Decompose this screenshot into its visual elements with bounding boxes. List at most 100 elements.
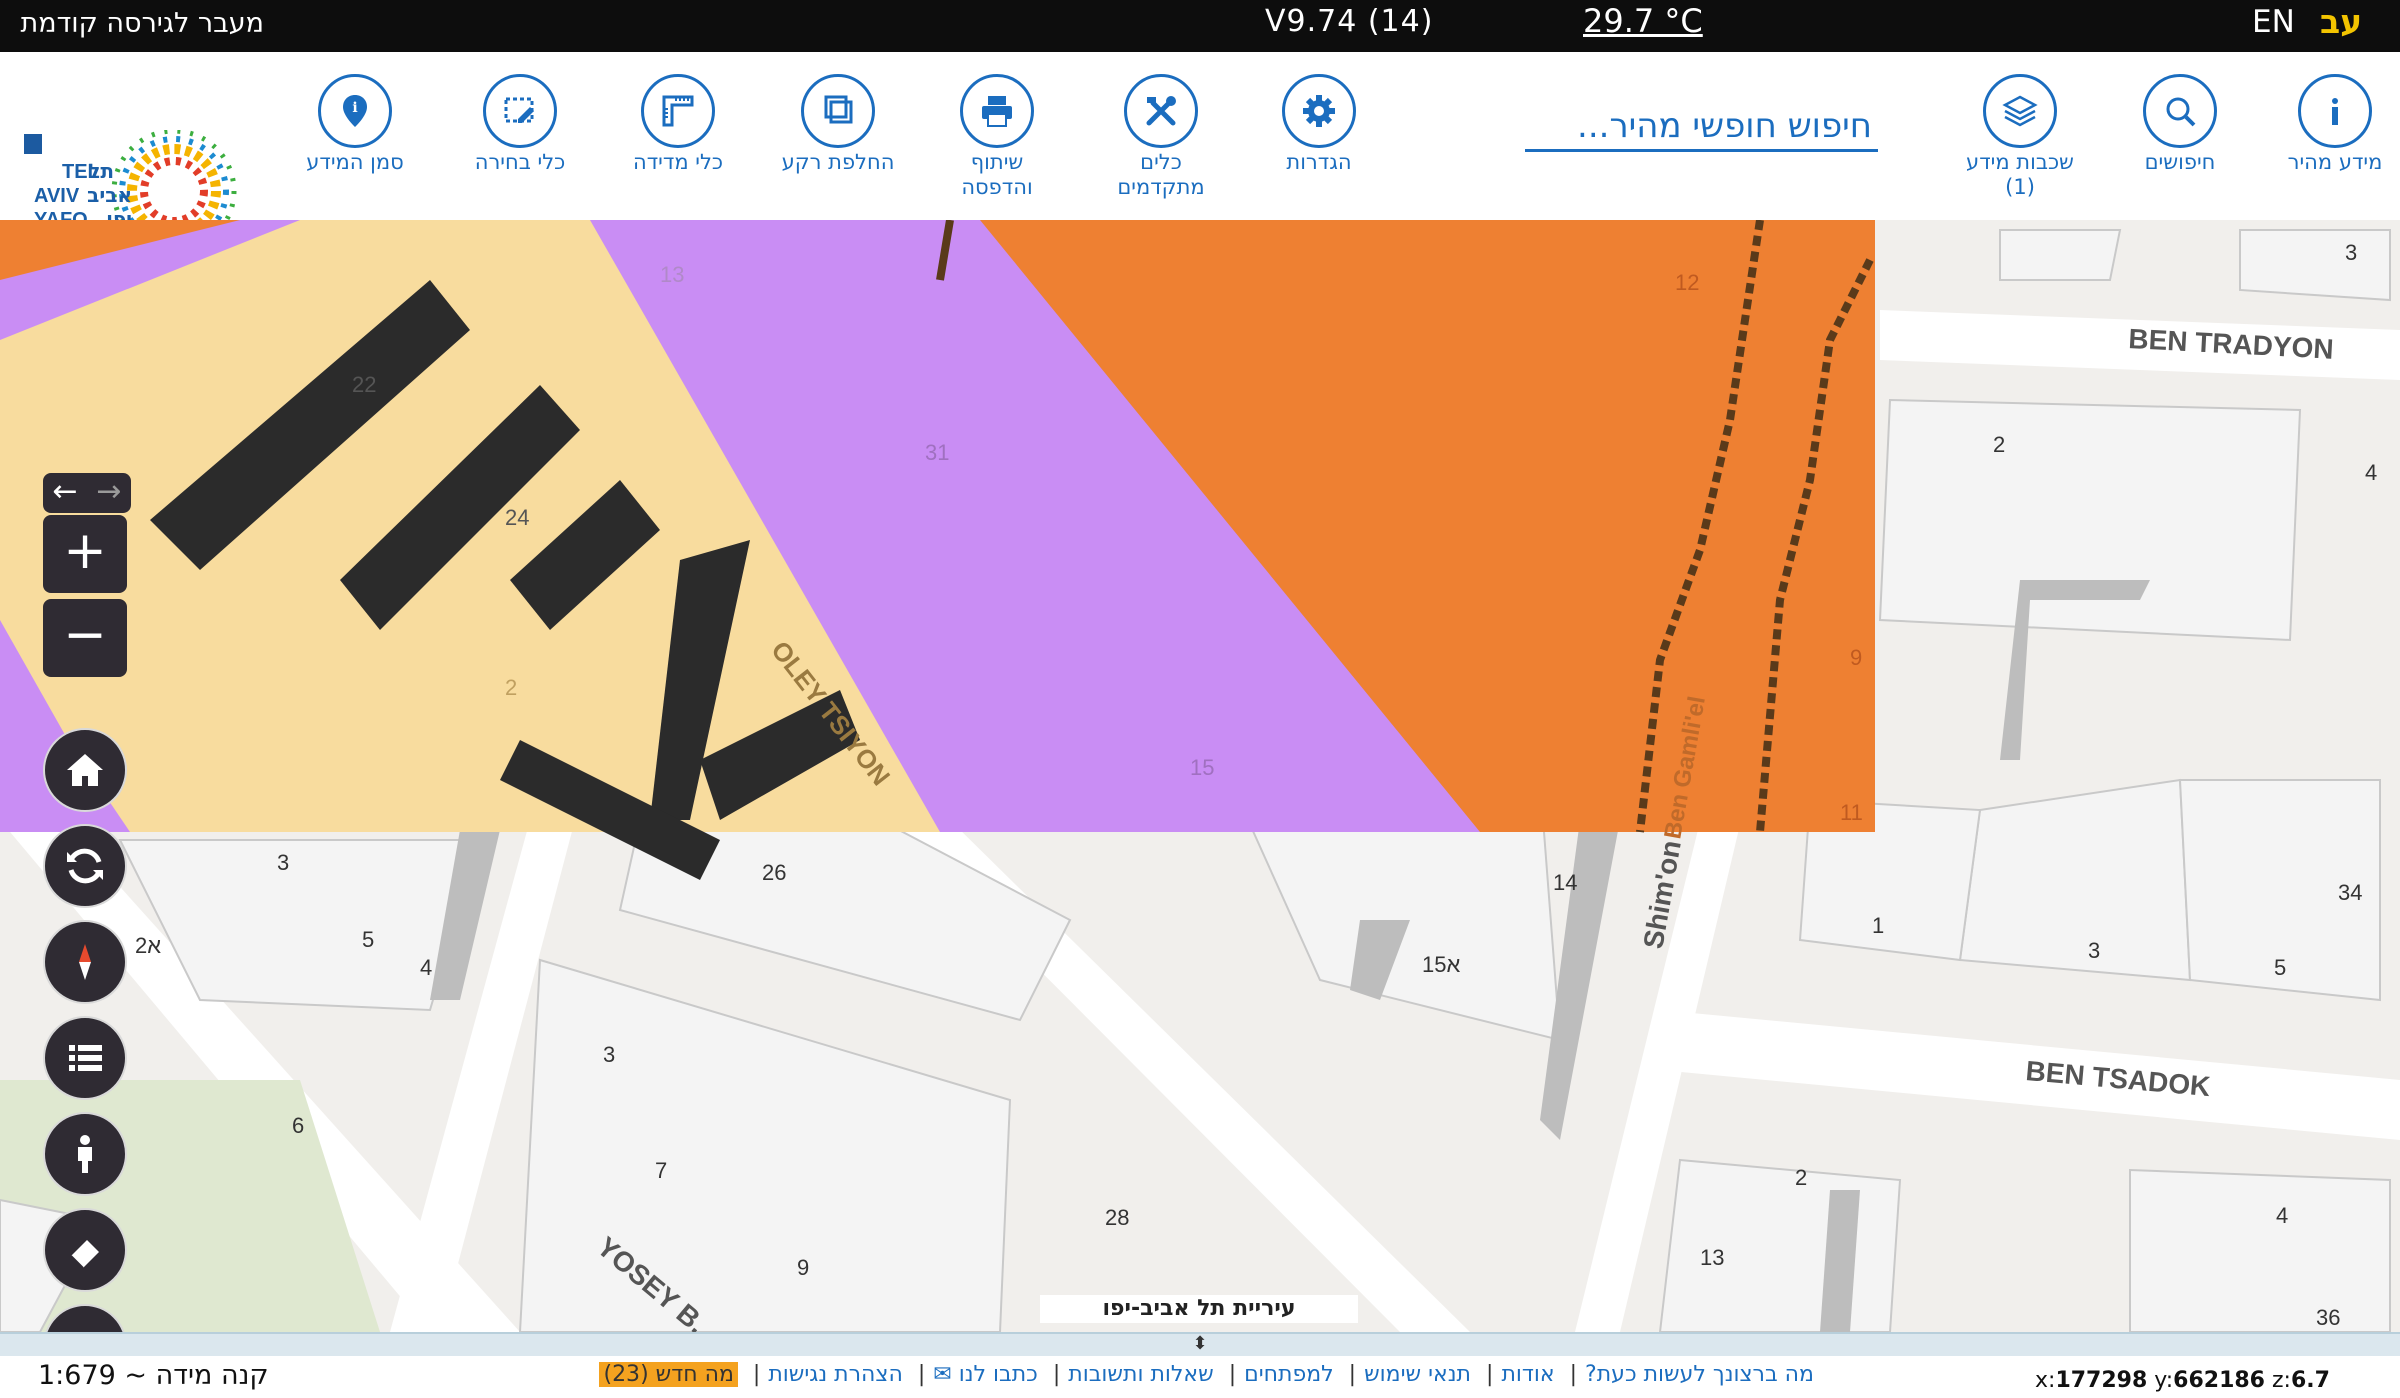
history-nav: ← → [43,473,131,513]
coordinates-readout: x:177298 y:662186 z:6.7 [2035,1368,2330,1393]
svg-text:4: 4 [420,955,432,980]
tools-icon [1124,74,1198,148]
footer-link-faq[interactable]: שאלות ותשובות [1068,1362,1213,1387]
refresh-button[interactable] [43,824,127,908]
svg-text:9: 9 [797,1255,809,1280]
previous-version-link[interactable]: מעבר לגירסה קודמת [20,8,264,39]
svg-text:3: 3 [603,1042,615,1067]
tool-searches[interactable]: חיפושים [2100,74,2260,175]
svg-text:6: 6 [292,1113,304,1138]
search-icon [2143,74,2217,148]
history-forward-button[interactable]: → [87,473,131,513]
tool-advanced[interactable]: כלים מתקדמים [1081,74,1241,200]
coord-x-label: x: [2035,1368,2056,1393]
version-label: V9.74 (14) [1265,4,1434,39]
svg-text:7: 7 [655,1158,667,1183]
svg-text:2א: 2א [135,933,161,958]
svg-text:28: 28 [1105,1205,1129,1230]
coord-y: 662186 [2173,1368,2265,1393]
legend-button[interactable] [43,1016,127,1100]
svg-text:2: 2 [505,675,517,700]
emblem-icon [24,134,42,154]
tool-settings[interactable]: הגדרות [1239,74,1399,175]
street-view-button[interactable] [43,1112,127,1196]
tool-label: החלפת רקע [781,150,895,174]
svg-text:2: 2 [1993,432,2005,457]
compass-icon [79,944,91,980]
map-view[interactable]: BEN TRADYON BEN TSADOK YOSEY B... Shim'o… [0,220,2400,1332]
printer-icon [960,74,1034,148]
svg-text:5: 5 [362,927,374,952]
tool-share-print[interactable]: שיתוף והדפסה [917,74,1077,200]
coord-x: 177298 [2055,1368,2148,1393]
temperature-link[interactable]: 29.7 °C [1583,2,1703,40]
panel-splitter[interactable]: ⬍ [0,1332,2400,1356]
svg-text:11: 11 [1840,800,1863,825]
separator: | [1348,1362,1357,1387]
svg-text:3: 3 [2088,938,2100,963]
tool-label: שכבות מידע (1) [1966,150,2074,199]
svg-text:13: 13 [660,262,684,287]
tool-label: כלים מתקדמים [1117,150,1205,199]
coord-y-label: y: [2154,1368,2174,1393]
footer-link-accessibility[interactable]: הצהרת נגישות [768,1362,903,1387]
zoning-overlay [0,220,1875,880]
zoom-out-button[interactable]: − [43,599,127,677]
tool-switch-background[interactable]: החלפת רקע [758,74,918,175]
language-he[interactable]: עב [2320,2,2362,41]
svg-text:9: 9 [1850,645,1862,670]
person-icon [78,1135,92,1173]
coord-z: 6.7 [2290,1368,2330,1393]
tool-info-marker[interactable]: i סמן המידע [275,74,435,175]
coord-z-label: z: [2272,1368,2291,1393]
footer-link-about[interactable]: אודות [1501,1362,1554,1387]
eraser-button[interactable] [43,1208,127,1292]
tool-selection[interactable]: כלי בחירה [440,74,600,175]
zoom-in-button[interactable]: + [43,515,127,593]
search-input[interactable]: חיפוש חופשי מהיר... [1525,104,1878,152]
home-button[interactable] [43,728,127,812]
scale-label: קנה מידה ~ 1:679 [38,1360,269,1391]
svg-text:1: 1 [1872,913,1884,938]
svg-text:אביב: אביב [87,183,132,207]
svg-text:4: 4 [2276,1203,2288,1228]
svg-text:i: i [352,100,357,116]
footer-link-developers[interactable]: למפתחים [1244,1362,1334,1387]
separator: | [1052,1362,1061,1387]
basemap: BEN TRADYON BEN TSADOK YOSEY B... Shim'o… [0,220,2400,1332]
tool-label: מידע מהיר [2287,150,2383,174]
footer-link-what-to-do[interactable]: מה ברצונך לעשות כעת? [1585,1362,1814,1387]
tool-label: הגדרות [1286,150,1352,174]
svg-text:14: 14 [1553,870,1577,895]
tool-label: סמן המידע [306,150,404,174]
tool-label: כלי מדידה [632,150,724,174]
footer-link-terms[interactable]: תנאי שימוש [1364,1362,1471,1387]
tool-label: כלי בחירה [474,150,566,174]
svg-text:4: 4 [2365,460,2377,485]
footer-link-contact[interactable]: כתבו לנו ✉ [933,1362,1038,1387]
svg-text:15: 15 [1190,755,1214,780]
svg-text:תל: תל [88,159,114,183]
svg-text:26: 26 [762,860,786,885]
info-pin-icon: i [318,74,392,148]
tool-label: חיפושים [2144,150,2216,174]
separator: | [1486,1362,1494,1387]
language-en[interactable]: EN [2252,4,2295,40]
svg-text:5: 5 [2274,955,2286,980]
svg-text:13: 13 [1700,1245,1724,1270]
separator: | [752,1362,761,1387]
city-name-label: עיריית תל אביב-יפו [1040,1295,1358,1323]
compass-button[interactable] [43,920,127,1004]
home-icon [67,754,103,786]
separator: | [917,1362,926,1387]
tool-layers[interactable]: שכבות מידע (1) [1940,74,2100,200]
history-back-button[interactable]: ← [43,473,87,513]
layers-icon [1983,74,2057,148]
refresh-icon [67,848,103,884]
footer-link-whats-new[interactable]: מה חדש (23) [599,1362,738,1387]
tool-quick-info[interactable]: מידע מהיר [2255,74,2400,175]
tool-measure[interactable]: כלי מדידה [598,74,758,175]
svg-text:24: 24 [505,505,529,530]
main-toolbar: TEL AVIV YAFO תל אביב יפו i סמן המידע כל… [0,52,2400,254]
footer-links: מה ברצונך לעשות כעת? | אודות | תנאי שימוש |… [578,1362,1818,1387]
